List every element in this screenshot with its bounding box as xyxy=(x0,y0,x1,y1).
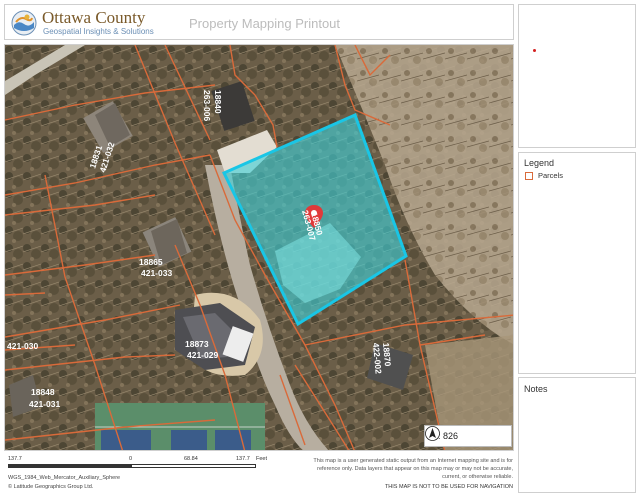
header: Ottawa County Geospatial Insights & Solu… xyxy=(4,4,514,40)
parcel-label-421-033: 421-033 xyxy=(141,268,172,278)
scalebar-label-zero: 0 xyxy=(129,456,133,462)
org-name: Ottawa County xyxy=(42,8,146,27)
aerial-imagery: 18840 263-006 18831 421-032 18850 263-00… xyxy=(5,45,513,450)
overview-location-marker xyxy=(533,49,536,52)
scalebar-label-left: 137.7 xyxy=(8,456,22,462)
scalebar-label-units: Feet xyxy=(256,456,268,462)
copyright-text: © Latitude Geographics Group Ltd. xyxy=(8,484,94,490)
parcel-label-421-031: 421-031 xyxy=(29,399,60,409)
parcels-swatch-icon xyxy=(525,172,533,180)
parcel-label-263-006: 263-006 xyxy=(202,90,212,121)
scale-bar: 137.7 0 68.84 137.7 Feet WGS_1984_Web_Me… xyxy=(4,454,304,494)
notes-panel: Notes xyxy=(518,377,636,493)
footer: 137.7 0 68.84 137.7 Feet WGS_1984_Web_Me… xyxy=(4,454,514,494)
scale-indicator: 1: 826 xyxy=(424,425,512,447)
legend-item-parcels: Parcels xyxy=(538,171,564,180)
parcel-label-18840: 18840 xyxy=(213,90,223,114)
scalebar-track xyxy=(8,464,256,468)
overview-map xyxy=(518,4,636,148)
disclaimer-text: This map is a user generated static outp… xyxy=(313,458,513,480)
north-arrow-icon xyxy=(425,426,440,441)
parcel-label-421-030: 421-030 xyxy=(7,341,38,351)
legend-title: Legend xyxy=(524,158,555,168)
org-tagline: Geospatial Insights & Solutions xyxy=(43,27,154,36)
county-logo-icon xyxy=(11,10,37,36)
notes-title: Notes xyxy=(524,384,548,394)
scalebar-label-right: 137.7 xyxy=(236,456,250,462)
map-view[interactable]: 18840 263-006 18831 421-032 18850 263-00… xyxy=(4,44,514,451)
parcel-label-18873: 18873 xyxy=(185,339,209,349)
parcel-label-18848: 18848 xyxy=(31,387,55,397)
scalebar-label-mid: 68.84 xyxy=(184,456,198,462)
parcel-label-18865: 18865 xyxy=(139,257,163,267)
page-title: Property Mapping Printout xyxy=(189,16,341,31)
navigation-warning: THIS MAP IS NOT TO BE USED FOR NAVIGATIO… xyxy=(384,484,513,490)
parcel-label-421-029: 421-029 xyxy=(187,350,218,360)
projection-text: WGS_1984_Web_Mercator_Auxiliary_Sphere xyxy=(8,475,121,481)
legend-panel: Legend Parcels xyxy=(518,152,636,374)
